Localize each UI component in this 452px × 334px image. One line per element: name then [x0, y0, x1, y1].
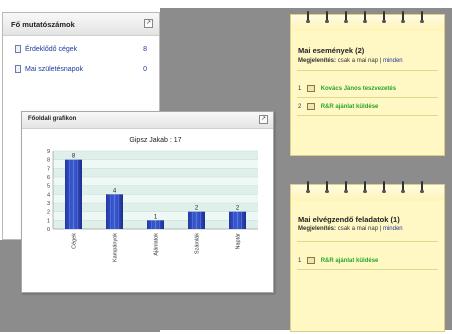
events-display-filter: Megjelenítés: csak a mai nap | minden — [298, 58, 403, 64]
y-tick-label: 2 — [47, 210, 50, 216]
grid-band — [53, 177, 258, 186]
y-tick-label: 7 — [47, 166, 50, 172]
grid-band — [53, 185, 258, 195]
item-number: 1 — [298, 258, 302, 265]
y-tick-label: 1 — [47, 218, 50, 224]
event-link[interactable]: R&R ajánlat küldése — [321, 104, 379, 110]
y-tick-label: 0 — [47, 227, 50, 233]
maximize-icon[interactable]: ↗ — [259, 115, 268, 124]
tasks-title: Mai elvégzendő feladatok (1) — [298, 215, 400, 224]
grid-band — [53, 203, 258, 212]
person-icon — [307, 85, 316, 92]
tasks-note: Mai elvégzendő feladatok (1) Megjeleníté… — [290, 181, 445, 332]
event-item[interactable]: 2 R&R ajánlat küldése — [298, 103, 378, 110]
y-tick-label: 8 — [47, 158, 50, 164]
item-number: 2 — [298, 104, 302, 111]
display-label: Megjelenítés: — [298, 226, 337, 232]
counters-header: Fő mutatószámok ↗ — [3, 13, 159, 36]
grid-band — [53, 168, 258, 177]
filter-all-link[interactable]: minden — [383, 58, 403, 64]
divider — [297, 97, 438, 98]
event-item[interactable]: 1 Kovács János teszvezetés — [298, 85, 396, 92]
grid-band — [53, 159, 258, 169]
filter-separator: | — [379, 226, 382, 232]
spiral-binding — [291, 181, 444, 201]
y-tick-label: 3 — [47, 201, 50, 207]
maximize-icon[interactable]: ↗ — [144, 19, 153, 28]
bar-chart: Gipsz Jakab : 1701234567898Cégek4Kampány… — [47, 137, 258, 262]
events-title: Mai események (2) — [298, 46, 365, 55]
x-tick-label: Ajánlatok — [154, 233, 160, 256]
divider — [297, 241, 438, 242]
document-icon — [15, 45, 21, 53]
events-note: Mai események (2) Megjelenítés: csak a m… — [290, 11, 445, 156]
chart-title: Gipsz Jakab : 17 — [129, 137, 181, 144]
x-tick-label: Naptár — [236, 233, 242, 250]
filter-separator: | — [379, 58, 382, 64]
x-tick-label: Kampányok — [113, 233, 119, 262]
grid-band — [53, 151, 258, 160]
display-label: Megjelenítés: — [298, 58, 337, 64]
y-tick-label: 6 — [47, 175, 50, 181]
chart-window-header: Főoldali grafikon ↗ — [22, 112, 273, 129]
x-tick-label: Cégek — [72, 233, 78, 249]
event-link[interactable]: Kovács János teszvezetés — [321, 86, 396, 92]
y-tick-label: 9 — [47, 149, 50, 155]
mail-icon — [307, 103, 316, 110]
filter-today-link[interactable]: csak a mai nap — [338, 226, 378, 232]
counters-title: Fő mutatószámok — [11, 20, 75, 29]
counter-label[interactable]: Érdeklődő cégek — [25, 46, 77, 53]
grid-band — [53, 194, 258, 203]
divider — [297, 115, 438, 116]
spiral-binding — [291, 11, 444, 31]
counter-value: 8 — [143, 46, 147, 53]
counter-row-companies[interactable]: Érdeklődő cégek — [15, 45, 77, 53]
counter-value: 0 — [143, 66, 147, 73]
y-tick-label: 4 — [47, 192, 50, 198]
counter-row-birthdays[interactable]: Mai születésnapok — [15, 65, 83, 73]
item-number: 1 — [298, 86, 302, 93]
tasks-display-filter: Megjelenítés: csak a mai nap | minden — [298, 226, 403, 232]
counter-label[interactable]: Mai születésnapok — [25, 66, 83, 73]
divider — [297, 269, 438, 270]
divider — [297, 70, 438, 71]
chart-window-title: Főoldali grafikon — [28, 116, 77, 122]
mail-icon — [307, 257, 316, 264]
filter-today-link[interactable]: csak a mai nap — [338, 58, 378, 64]
y-tick-label: 5 — [47, 184, 50, 190]
chart-window: Főoldali grafikon ↗ Gipsz Jakab : 17 0 1 2 3… — [21, 111, 274, 293]
task-link[interactable]: R&R ajánlat küldése — [321, 258, 379, 264]
document-icon — [15, 65, 21, 73]
task-item[interactable]: 1 R&R ajánlat küldése — [298, 257, 378, 264]
x-tick-label: Számlák — [195, 233, 201, 254]
filter-all-link[interactable]: minden — [383, 226, 403, 232]
